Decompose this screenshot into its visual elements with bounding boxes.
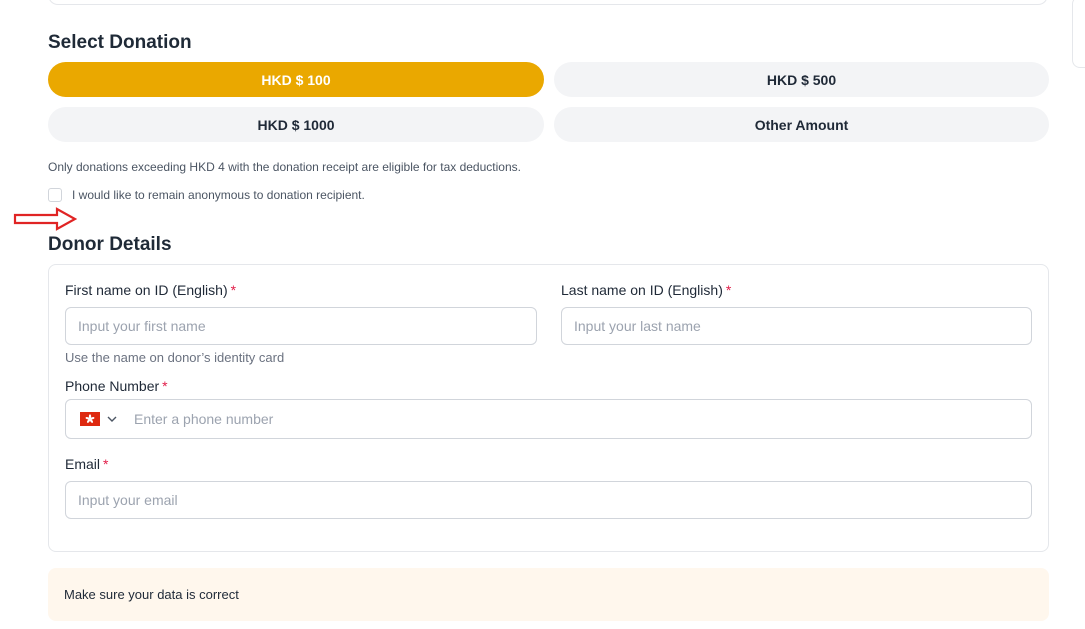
phone-label-text: Phone Number [65,378,160,394]
donation-option-other-button[interactable]: Other Amount [554,107,1049,142]
last-name-input[interactable] [561,307,1032,345]
donation-option-100-button[interactable]: HKD $ 100 [48,62,544,97]
phone-number-input[interactable] [132,399,1031,439]
first-name-required-mark: * [230,282,237,298]
side-panel-edge [1072,0,1085,68]
last-name-label-text: Last name on ID (English) [561,282,723,298]
anonymous-checkbox[interactable] [48,188,62,202]
donation-option-500-button[interactable]: HKD $ 500 [554,62,1049,97]
last-name-label: Last name on ID (English) * [561,282,731,298]
red-arrow-right-icon [13,207,77,231]
first-name-label-text: First name on ID (English) [65,282,228,298]
email-input[interactable] [65,481,1032,519]
phone-required-mark: * [162,378,168,394]
donation-option-1000-button[interactable]: HKD $ 1000 [48,107,544,142]
anonymous-label: I would like to remain anonymous to dona… [72,188,365,202]
tax-deduction-note: Only donations exceeding HKD 4 with the … [48,160,521,174]
chevron-down-icon [107,416,117,422]
phone-field [65,399,1032,439]
last-name-required-mark: * [725,282,732,298]
previous-section-card [48,0,1048,5]
hong-kong-flag-icon [80,412,100,426]
email-required-mark: * [103,456,109,472]
first-name-helper: Use the name on donor’s identity card [65,350,285,365]
donor-details-title: Donor Details [48,234,172,255]
email-label-text: Email [65,456,101,472]
anonymous-row: I would like to remain anonymous to dona… [48,188,365,202]
first-name-input[interactable] [65,307,537,345]
select-donation-title: Select Donation [48,32,192,53]
country-code-select[interactable] [80,412,118,426]
email-label: Email * [65,456,108,472]
first-name-label: First name on ID (English) * [65,282,236,298]
phone-label: Phone Number * [65,378,168,394]
data-correct-notice: Make sure your data is correct [48,568,1049,621]
notice-text: Make sure your data is correct [64,587,239,602]
